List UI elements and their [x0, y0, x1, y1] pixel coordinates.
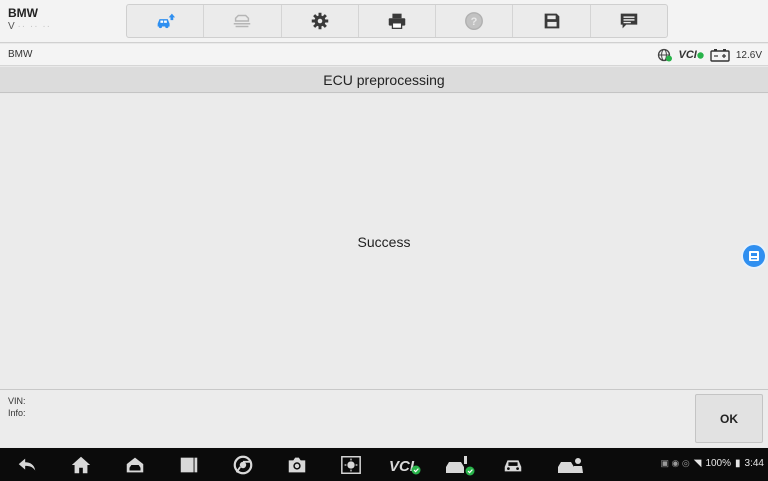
browser-icon — [233, 455, 253, 475]
vci-connected-icon: VCI — [679, 49, 704, 61]
vci-status-icon: VCI — [389, 458, 421, 475]
info-label: Info: — [8, 408, 26, 418]
system-tray: ▣ ◉ ◎ ◥ 100% ▮ 3:44 — [661, 458, 764, 469]
brightness-button[interactable] — [340, 454, 362, 476]
camera-button[interactable] — [286, 454, 308, 476]
autel-home-icon — [126, 457, 144, 473]
connection-status: VCI 12.6V — [657, 47, 762, 63]
vehicle-version-prefix: V — [8, 21, 15, 32]
page-title: ECU preprocessing — [323, 71, 445, 88]
status-bar: BMW VCI 12.6V — [0, 44, 768, 66]
main-toolbar: ? — [126, 4, 668, 38]
vehicle-home-icon — [157, 13, 176, 29]
system-battery-icon: ▮ — [735, 458, 741, 469]
vci-status-dot — [697, 51, 704, 59]
floating-tool-button[interactable] — [741, 243, 767, 269]
vehicle-link-icon — [446, 456, 475, 476]
print-icon — [388, 13, 406, 29]
print-button[interactable] — [359, 5, 437, 37]
svg-text:?: ? — [471, 16, 478, 28]
result-message: Success — [357, 234, 411, 250]
svg-text:VCI: VCI — [389, 458, 415, 475]
save-icon — [544, 13, 559, 29]
home-icon — [71, 456, 91, 474]
system-clock: 3:44 — [744, 458, 764, 469]
recent-apps-button[interactable] — [178, 454, 200, 476]
help-button[interactable]: ? — [436, 5, 514, 37]
car-icon — [504, 460, 522, 472]
battery-percent: 100% — [705, 458, 732, 469]
home-button[interactable] — [70, 454, 92, 476]
breadcrumb: BMW — [8, 49, 33, 60]
back-button[interactable] — [16, 454, 38, 476]
message-button[interactable] — [591, 5, 667, 37]
vehicle-switch-icon — [234, 14, 251, 28]
clipboard-icon — [749, 251, 759, 261]
vci-manager-button[interactable]: VCI — [388, 454, 422, 476]
globe-connected-icon — [657, 48, 672, 62]
message-icon — [620, 13, 638, 29]
ok-button[interactable]: OK — [695, 394, 763, 443]
back-icon — [18, 458, 36, 471]
save-button[interactable] — [513, 5, 591, 37]
main-content: Success — [0, 94, 768, 389]
battery-voltage: 12.6V — [735, 49, 762, 61]
vci-label: VCI — [678, 49, 697, 61]
remote-desk-icon — [558, 458, 583, 473]
help-icon: ? — [465, 12, 484, 30]
vehicle-version: V ·· ·· ·· — [8, 20, 51, 34]
system-nav-bar: VCI ▣ ◉ ◎ ◥ 100% ▮ 3:44 — [0, 448, 768, 481]
autel-home-button[interactable] — [124, 454, 146, 476]
battery-icon — [710, 49, 730, 62]
recent-apps-icon — [180, 457, 198, 473]
camera-icon — [288, 457, 306, 473]
vehicle-switch-button[interactable] — [204, 5, 282, 37]
vin-label: VIN: — [8, 396, 26, 406]
browser-button[interactable] — [232, 454, 254, 476]
settings-button[interactable] — [282, 5, 359, 37]
vehicle-version-obscured: ·· ·· ·· — [17, 21, 51, 32]
vehicle-link-button[interactable] — [444, 454, 476, 476]
app-header: BMW V ·· ·· ·· ? — [0, 0, 768, 43]
page-title-bar: ECU preprocessing — [0, 67, 768, 93]
brightness-icon — [341, 456, 361, 474]
vehicle-home-button[interactable] — [127, 5, 205, 37]
notification-icons: ▣ ◉ ◎ — [660, 458, 690, 468]
car-button[interactable] — [502, 454, 524, 476]
remote-desk-button[interactable] — [556, 454, 584, 476]
vehicle-info: BMW V ·· ·· ·· — [8, 6, 51, 34]
wifi-icon: ◥ — [693, 458, 702, 469]
settings-icon — [311, 12, 328, 30]
vehicle-make: BMW — [8, 6, 38, 20]
footer-panel: VIN: Info: OK — [0, 389, 768, 447]
